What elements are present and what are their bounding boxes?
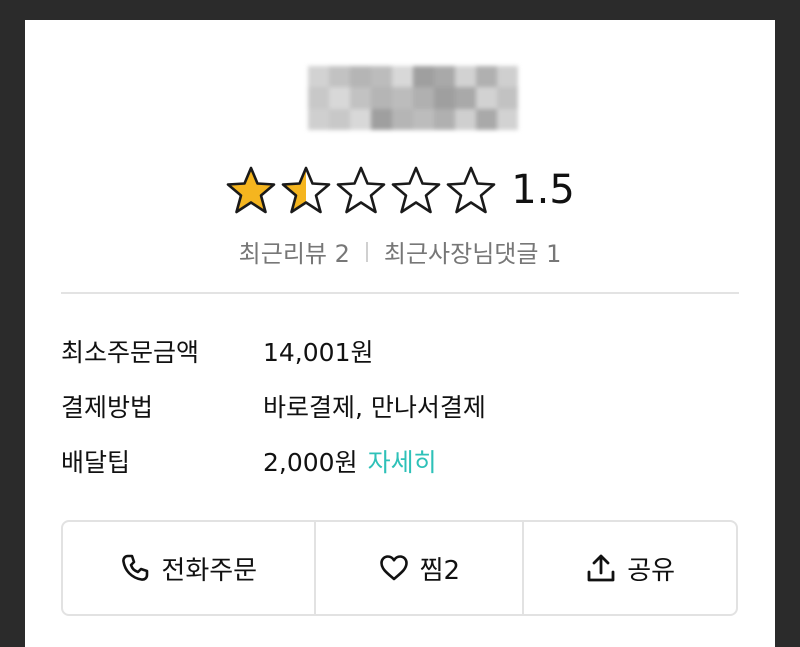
favorite-button[interactable]: 찜2 [313, 522, 523, 614]
store-info-card: 1.5 최근리뷰 2 최근사장님댓글 1 최소주문금액 14,001원 결제방법… [25, 20, 775, 647]
rating-value: 1.5 [511, 167, 575, 213]
share-button[interactable]: 공유 [522, 522, 736, 614]
min-order-row: 최소주문금액 14,001원 [61, 331, 741, 371]
star-icon [446, 166, 496, 214]
share-label: 공유 [627, 555, 676, 586]
delivery-tip-detail-link[interactable]: 자세히 [368, 443, 437, 479]
rating-row: 1.5 [25, 160, 775, 220]
recent-reviews-link[interactable]: 최근리뷰 2 [239, 234, 350, 269]
favorite-label: 찜2 [419, 555, 461, 586]
recent-owner-replies-link[interactable]: 최근사장님댓글 1 [384, 234, 561, 269]
share-icon [587, 554, 615, 582]
review-summary: 최근리뷰 2 최근사장님댓글 1 [25, 234, 775, 269]
action-bar: 전화주문 찜2 공유 [61, 520, 738, 616]
payment-method-label: 결제방법 [61, 393, 154, 422]
delivery-tip-value: 2,000원 [263, 448, 358, 477]
call-order-label: 전화주문 [161, 555, 258, 586]
delivery-tip-row: 배달팁 2,000원 자세히 [61, 441, 741, 481]
min-order-label: 최소주문금액 [61, 338, 200, 367]
store-name-redacted [308, 66, 518, 130]
payment-method-value: 바로결제, 만나서결제 [263, 393, 486, 422]
star-rating [225, 165, 497, 215]
review-separator [365, 241, 368, 262]
payment-method-row: 결제방법 바로결제, 만나서결제 [61, 386, 741, 426]
divider [61, 292, 739, 294]
star-icon [336, 166, 386, 214]
star-icon [226, 166, 276, 214]
phone-icon [122, 554, 149, 581]
star-icon [391, 166, 441, 214]
call-order-button[interactable]: 전화주문 [63, 522, 314, 614]
delivery-tip-label: 배달팁 [61, 448, 131, 477]
star-icon [281, 166, 331, 214]
min-order-value: 14,001원 [263, 338, 374, 367]
heart-icon [379, 555, 408, 581]
